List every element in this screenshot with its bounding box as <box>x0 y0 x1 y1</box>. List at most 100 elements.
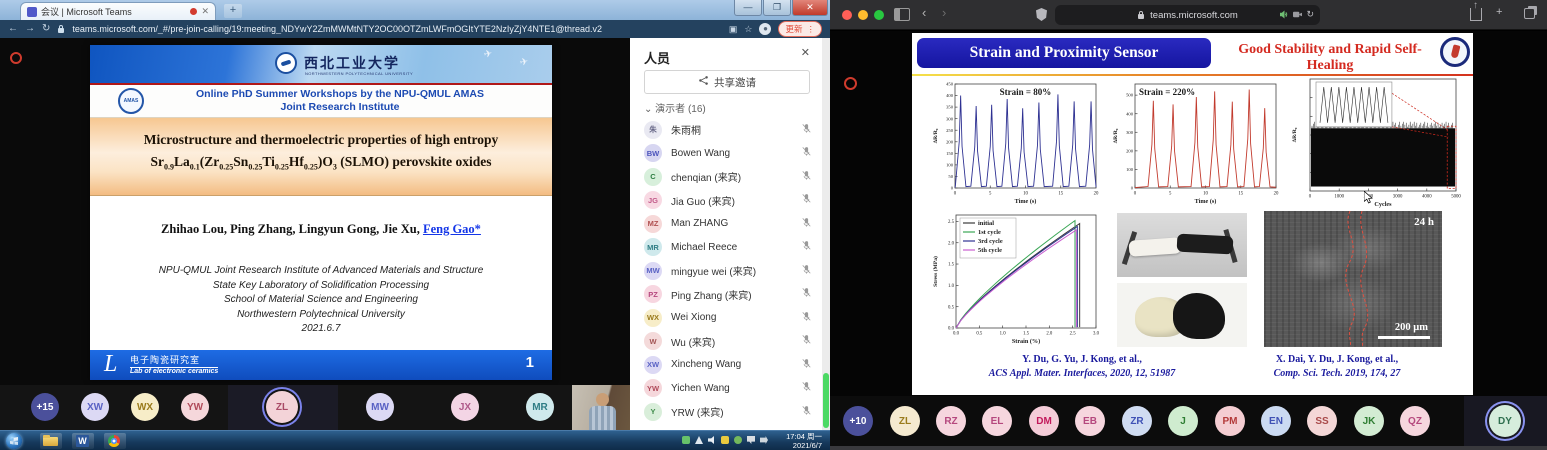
filmstrip-avatar-PM[interactable]: PM <box>1215 406 1245 436</box>
share-icon[interactable] <box>1470 8 1482 21</box>
svg-text:0.5: 0.5 <box>948 305 955 310</box>
forward-icon[interactable]: › <box>942 5 946 20</box>
browser-tab[interactable]: 会议 | Microsoft Teams ✕ <box>20 2 216 20</box>
mac-close-button[interactable] <box>842 10 852 20</box>
panel-scrollbar[interactable] <box>822 38 830 430</box>
participant-name: Yichen Wang <box>671 383 801 394</box>
filmstrip-avatar-ZL[interactable]: ZL <box>266 391 298 423</box>
forward-icon[interactable]: → <box>25 20 35 38</box>
tab-close-icon[interactable]: ✕ <box>201 6 209 17</box>
webcam-thumbnail[interactable] <box>572 385 630 430</box>
menu-dots-icon[interactable]: ⋮ <box>807 24 816 35</box>
update-button[interactable]: 更新 ⋮ <box>778 21 822 37</box>
chrome-taskbar-button[interactable] <box>104 433 126 449</box>
reload-icon[interactable]: ↻ <box>1306 9 1314 20</box>
mic-muted-icon[interactable] <box>801 144 812 162</box>
filmstrip-avatar-J[interactable]: J <box>1168 406 1198 436</box>
camera-icon[interactable]: ▣ <box>729 24 738 35</box>
word-taskbar-button[interactable]: W <box>72 433 94 449</box>
filmstrip-avatar-QZ[interactable]: QZ <box>1400 406 1430 436</box>
filmstrip-avatar-WX[interactable]: WX <box>131 393 159 421</box>
mac-zoom-button[interactable] <box>874 10 884 20</box>
back-icon[interactable]: ‹ <box>922 5 926 20</box>
mic-muted-icon[interactable] <box>801 262 812 280</box>
participant-row[interactable]: YWYichen Wang <box>630 377 822 401</box>
mic-muted-icon[interactable] <box>801 238 812 256</box>
participant-row[interactable]: MWmingyue wei (来宾) <box>630 259 822 283</box>
mic-muted-icon[interactable] <box>801 309 812 327</box>
scrollbar-thumb[interactable] <box>823 373 829 428</box>
mic-muted-icon[interactable] <box>801 332 812 350</box>
filmstrip-avatar-XW[interactable]: XW <box>81 393 109 421</box>
filmstrip-avatar-ZR[interactable]: ZR <box>1122 406 1152 436</box>
participant-row[interactable]: PZPing Zhang (来宾) <box>630 283 822 307</box>
safari-url-field[interactable]: teams.microsoft.com ↻ <box>1055 5 1320 25</box>
svg-text:5: 5 <box>1169 192 1172 197</box>
participant-row[interactable]: Cchenqian (来宾) <box>630 165 822 189</box>
url-field[interactable]: teams.microsoft.com/_#/pre-join-calling/… <box>72 24 722 34</box>
participant-row[interactable]: WWu (来宾) <box>630 330 822 354</box>
filmstrip-avatar-EB[interactable]: EB <box>1075 406 1105 436</box>
explorer-taskbar-button[interactable] <box>40 433 62 449</box>
filmstrip-avatar-EL[interactable]: EL <box>982 406 1012 436</box>
filmstrip-avatar-10[interactable]: +10 <box>843 406 873 436</box>
profile-avatar[interactable]: ● <box>759 23 771 35</box>
participant-row[interactable]: XWXincheng Wang <box>630 353 822 377</box>
taskbar-clock[interactable]: 17:04 周一 2021/6/7 <box>786 432 822 450</box>
back-icon[interactable]: ← <box>8 20 18 38</box>
tray-expand-icon[interactable] <box>695 436 703 444</box>
mic-muted-icon[interactable] <box>801 215 812 233</box>
minimize-button[interactable]: — <box>734 0 762 16</box>
tray-status-icon[interactable] <box>734 436 742 444</box>
network-icon[interactable] <box>747 436 755 444</box>
new-tab-icon[interactable]: + <box>1496 6 1502 18</box>
filmstrip-avatar-MW[interactable]: MW <box>366 393 394 421</box>
filmstrip-avatar-YW[interactable]: YW <box>181 393 209 421</box>
mic-muted-icon[interactable] <box>801 168 812 186</box>
share-invite-button[interactable]: 共享邀请 <box>644 70 810 94</box>
participant-row[interactable]: YYRW (来宾) <box>630 400 822 424</box>
mic-muted-icon[interactable] <box>801 403 812 421</box>
tray-app-icon[interactable] <box>682 436 690 444</box>
restore-button[interactable]: ❐ <box>763 0 791 16</box>
mic-muted-icon[interactable] <box>801 356 812 374</box>
participant-row[interactable]: MRMichael Reece <box>630 236 822 260</box>
filmstrip-avatar-DM[interactable]: DM <box>1029 406 1059 436</box>
privacy-shield-icon[interactable] <box>1036 8 1047 21</box>
filmstrip-avatar-EN[interactable]: EN <box>1261 406 1291 436</box>
participant-row[interactable]: JGJia Guo (来宾) <box>630 189 822 213</box>
close-button[interactable]: ✕ <box>792 0 828 16</box>
filmstrip-avatar-JX[interactable]: JX <box>451 393 479 421</box>
new-tab-button[interactable]: + <box>224 4 242 18</box>
filmstrip-avatar-MR[interactable]: MR <box>526 393 554 421</box>
participant-row[interactable]: MZMan ZHANG <box>630 212 822 236</box>
participant-row[interactable]: 朱朱雨桐 <box>630 118 822 142</box>
start-button[interactable] <box>6 433 22 449</box>
system-tray <box>682 436 768 444</box>
filmstrip-avatar-15[interactable]: +15 <box>31 393 59 421</box>
tray-warning-icon[interactable] <box>721 436 729 444</box>
camera-icon[interactable] <box>1293 10 1302 19</box>
sidebar-icon[interactable] <box>894 8 910 21</box>
bookmark-star-icon[interactable]: ☆ <box>744 24 752 35</box>
filmstrip-avatar-SS[interactable]: SS <box>1307 406 1337 436</box>
panel-close-icon[interactable]: ✕ <box>801 46 810 59</box>
filmstrip-avatar-RZ[interactable]: RZ <box>936 406 966 436</box>
participant-row[interactable]: WXWei Xiong <box>630 306 822 330</box>
tab-overview-icon[interactable] <box>1524 8 1535 19</box>
mic-muted-icon[interactable] <box>801 379 812 397</box>
volume-icon[interactable] <box>708 436 716 444</box>
presenters-section-header[interactable]: ⌄ 演示者 (16) <box>644 100 706 115</box>
filmstrip-avatar-ZL[interactable]: ZL <box>890 406 920 436</box>
mic-muted-icon[interactable] <box>801 121 812 139</box>
audio-playing-icon[interactable] <box>1280 10 1289 19</box>
mac-minimize-button[interactable] <box>858 10 868 20</box>
lock-icon <box>1137 10 1145 20</box>
refresh-icon[interactable]: ↻ <box>42 20 50 38</box>
mic-muted-icon[interactable] <box>801 191 812 209</box>
filmstrip-avatar-DY[interactable]: DY <box>1489 405 1521 437</box>
tray-arrows-icon[interactable] <box>760 436 768 444</box>
filmstrip-avatar-JK[interactable]: JK <box>1354 406 1384 436</box>
participant-row[interactable]: BWBowen Wang <box>630 142 822 166</box>
mic-muted-icon[interactable] <box>801 285 812 303</box>
